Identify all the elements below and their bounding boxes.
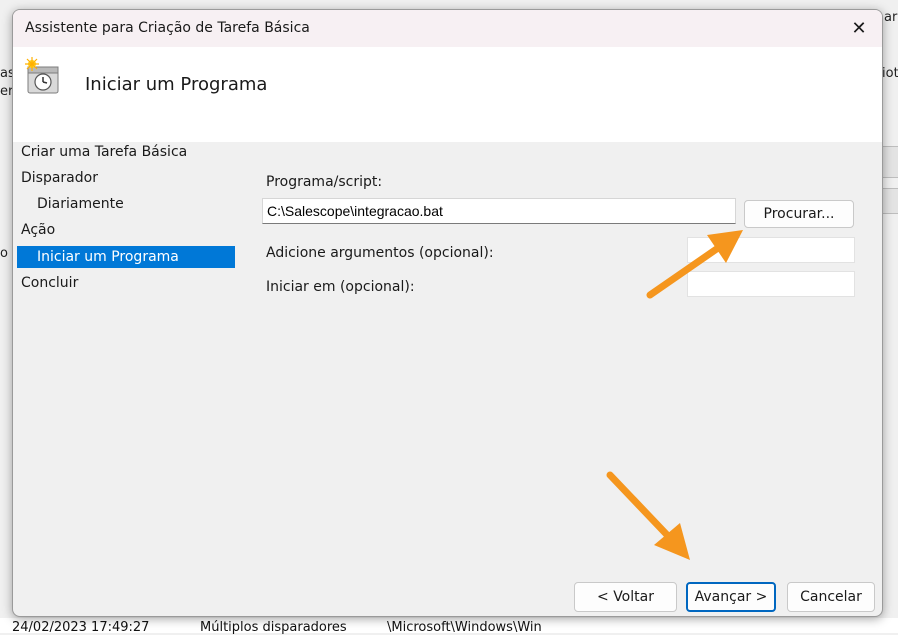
start-in-label: Iniciar em (opcional): [266, 279, 415, 295]
nav-item-daily[interactable]: Diariamente [37, 193, 124, 215]
program-script-input[interactable] [262, 198, 736, 224]
arguments-input[interactable] [687, 237, 855, 263]
wizard-dialog: Assistente para Criação de Tarefa Básica… [12, 9, 883, 617]
back-button[interactable]: < Voltar [574, 582, 677, 612]
cancel-button[interactable]: Cancelar [787, 582, 875, 612]
start-in-input[interactable] [687, 271, 855, 297]
back-button-label: < Voltar [597, 589, 654, 605]
title-bar: Assistente para Criação de Tarefa Básica… [13, 10, 882, 47]
nav-item-create-task[interactable]: Criar uma Tarefa Básica [21, 141, 187, 163]
page-title: Iniciar um Programa [85, 74, 268, 95]
scheduled-task-icon [25, 57, 59, 94]
nav-item-start-program[interactable]: Iniciar um Programa [17, 246, 235, 268]
next-button[interactable]: Avançar > [686, 582, 776, 612]
window-title: Assistente para Criação de Tarefa Básica [25, 20, 310, 36]
program-script-label: Programa/script: [266, 174, 383, 190]
background-text-right-mid: iot [882, 66, 898, 81]
background-band [881, 146, 898, 178]
browse-button[interactable]: Procurar... [744, 200, 854, 228]
nav-item-finish[interactable]: Concluir [21, 272, 78, 294]
close-button[interactable]: ✕ [836, 10, 882, 47]
cancel-button-label: Cancelar [800, 589, 862, 605]
background-text-left-c: o [0, 246, 8, 261]
background-band [881, 188, 898, 214]
nav-item-action[interactable]: Ação [21, 219, 55, 241]
background-text-right-top: ar, [884, 10, 898, 25]
browse-button-label: Procurar... [763, 206, 835, 222]
nav-item-trigger[interactable]: Disparador [21, 167, 98, 189]
wizard-header: Iniciar um Programa [13, 47, 882, 142]
next-button-label: Avançar > [694, 589, 768, 605]
close-icon: ✕ [851, 18, 867, 39]
arguments-label: Adicione argumentos (opcional): [266, 245, 494, 261]
